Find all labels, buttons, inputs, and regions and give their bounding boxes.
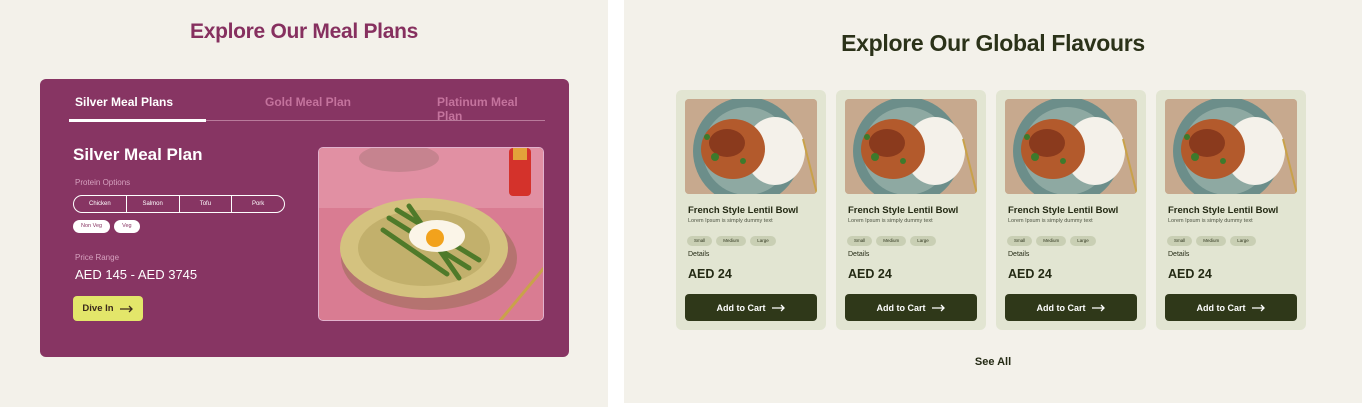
dish-photo bbox=[1005, 99, 1137, 194]
add-to-cart-label: Add to Cart bbox=[876, 302, 926, 313]
dish-description: Lorem Ipsum is simply dummy text bbox=[848, 218, 933, 224]
tab-silver[interactable]: Silver Meal Plans bbox=[75, 95, 173, 109]
dish-name: French Style Lentil Bowl bbox=[1168, 205, 1279, 216]
size-options: Small Medium Large bbox=[687, 236, 776, 246]
flavour-card-list: French Style Lentil Bowl Lorem Ipsum is … bbox=[676, 90, 1306, 330]
size-small[interactable]: Small bbox=[847, 236, 873, 246]
meal-plan-photo bbox=[318, 147, 544, 321]
flavour-card[interactable]: French Style Lentil Bowl Lorem Ipsum is … bbox=[996, 90, 1146, 330]
dish-price: AED 24 bbox=[1008, 267, 1052, 281]
size-medium[interactable]: Medium bbox=[1036, 236, 1067, 246]
tab-gold[interactable]: Gold Meal Plan bbox=[265, 95, 351, 109]
flavour-card[interactable]: French Style Lentil Bowl Lorem Ipsum is … bbox=[676, 90, 826, 330]
dive-in-label: Dive In bbox=[82, 303, 114, 314]
dish-description: Lorem Ipsum is simply dummy text bbox=[688, 218, 773, 224]
dish-name: French Style Lentil Bowl bbox=[688, 205, 799, 216]
global-flavours-section: Explore Our Global Flavours French Style… bbox=[624, 0, 1362, 403]
add-to-cart-button[interactable]: Add to Cart bbox=[685, 294, 817, 321]
size-large[interactable]: Large bbox=[910, 236, 936, 246]
protein-option-salmon[interactable]: Salmon bbox=[127, 196, 180, 212]
dish-name: French Style Lentil Bowl bbox=[1008, 205, 1119, 216]
size-medium[interactable]: Medium bbox=[876, 236, 907, 246]
dish-photo bbox=[845, 99, 977, 194]
dish-price: AED 24 bbox=[848, 267, 892, 281]
add-to-cart-label: Add to Cart bbox=[1036, 302, 1086, 313]
tab-platinum[interactable]: Platinum Meal Plan bbox=[437, 95, 545, 123]
size-large[interactable]: Large bbox=[750, 236, 776, 246]
flavour-card[interactable]: French Style Lentil Bowl Lorem Ipsum is … bbox=[836, 90, 986, 330]
details-link[interactable]: Details bbox=[1008, 251, 1029, 258]
size-options: Small Medium Large bbox=[1167, 236, 1256, 246]
arrow-right-icon bbox=[1091, 304, 1105, 311]
meal-plans-title: Explore Our Meal Plans bbox=[190, 20, 418, 43]
protein-option-tofu[interactable]: Tofu bbox=[180, 196, 233, 212]
price-range: AED 145 - AED 3745 bbox=[75, 267, 198, 282]
size-small[interactable]: Small bbox=[687, 236, 713, 246]
size-options: Small Medium Large bbox=[1007, 236, 1096, 246]
plan-tabs: Silver Meal Plans Gold Meal Plan Platinu… bbox=[69, 93, 545, 123]
size-options: Small Medium Large bbox=[847, 236, 936, 246]
add-to-cart-button[interactable]: Add to Cart bbox=[1165, 294, 1297, 321]
price-range-label: Price Range bbox=[75, 253, 120, 262]
add-to-cart-button[interactable]: Add to Cart bbox=[1005, 294, 1137, 321]
active-tab-indicator bbox=[69, 119, 206, 122]
add-to-cart-button[interactable]: Add to Cart bbox=[845, 294, 977, 321]
details-link[interactable]: Details bbox=[688, 251, 709, 258]
arrow-right-icon bbox=[771, 304, 785, 311]
size-small[interactable]: Small bbox=[1167, 236, 1193, 246]
protein-option-chicken[interactable]: Chicken bbox=[74, 196, 127, 212]
add-to-cart-label: Add to Cart bbox=[1196, 302, 1246, 313]
size-medium[interactable]: Medium bbox=[1196, 236, 1227, 246]
details-link[interactable]: Details bbox=[1168, 251, 1189, 258]
size-large[interactable]: Large bbox=[1070, 236, 1096, 246]
plan-title: Silver Meal Plan bbox=[73, 145, 203, 164]
size-medium[interactable]: Medium bbox=[716, 236, 747, 246]
flavour-card[interactable]: French Style Lentil Bowl Lorem Ipsum is … bbox=[1156, 90, 1306, 330]
dish-photo bbox=[1165, 99, 1297, 194]
dish-description: Lorem Ipsum is simply dummy text bbox=[1168, 218, 1253, 224]
protein-option-pork[interactable]: Pork bbox=[232, 196, 284, 212]
size-large[interactable]: Large bbox=[1230, 236, 1256, 246]
arrow-right-icon bbox=[931, 304, 945, 311]
dish-price: AED 24 bbox=[1168, 267, 1212, 281]
add-to-cart-label: Add to Cart bbox=[716, 302, 766, 313]
flavours-title: Explore Our Global Flavours bbox=[841, 30, 1145, 56]
arrow-right-icon bbox=[1251, 304, 1265, 311]
diet-option-non-veg[interactable]: Non Veg bbox=[73, 220, 111, 233]
see-all-link[interactable]: See All bbox=[624, 356, 1362, 368]
dish-name: French Style Lentil Bowl bbox=[848, 205, 959, 216]
dive-in-button[interactable]: Dive In bbox=[73, 296, 143, 321]
dish-description: Lorem Ipsum is simply dummy text bbox=[1008, 218, 1093, 224]
dish-photo bbox=[685, 99, 817, 194]
protein-label: Protein Options bbox=[75, 178, 131, 187]
meal-plans-section: Explore Our Meal Plans Silver Meal Plans… bbox=[0, 0, 608, 407]
diet-options: Non Veg Veg bbox=[73, 220, 140, 233]
dish-price: AED 24 bbox=[688, 267, 732, 281]
size-small[interactable]: Small bbox=[1007, 236, 1033, 246]
arrow-right-icon bbox=[119, 305, 133, 312]
details-link[interactable]: Details bbox=[848, 251, 869, 258]
diet-option-veg[interactable]: Veg bbox=[114, 220, 140, 233]
meal-plan-card: Silver Meal Plans Gold Meal Plan Platinu… bbox=[40, 79, 569, 357]
protein-options: Chicken Salmon Tofu Pork bbox=[73, 195, 285, 213]
